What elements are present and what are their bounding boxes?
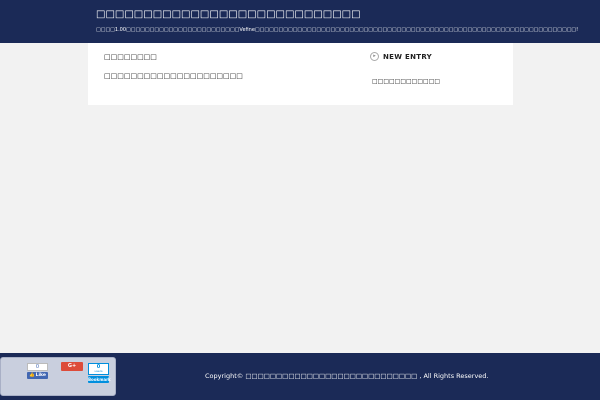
new-entry-link[interactable]: □□□□□□□□□□□□ xyxy=(372,78,440,85)
facebook-share[interactable]: 0 👍 Like xyxy=(27,363,48,379)
google-plus-button[interactable]: G+ xyxy=(61,362,83,371)
article-title: □□□□□□□□ xyxy=(104,53,157,61)
new-entry-heading: ▸ NEW ENTRY xyxy=(370,52,432,61)
hatena-unit: users xyxy=(94,369,103,373)
facebook-like-label: Like xyxy=(35,373,46,378)
main-content: □□□□□□□□ □□□□□□□□□□□□□□□□□□□□□ ▸ NEW ENT… xyxy=(88,43,513,105)
arrow-circle-icon: ▸ xyxy=(370,52,379,61)
article-body: □□□□□□□□□□□□□□□□□□□□□ xyxy=(104,72,243,80)
thumbs-up-icon: 👍 xyxy=(29,373,35,378)
google-plus-share[interactable]: G+ xyxy=(61,362,83,371)
facebook-count: 0 xyxy=(27,363,48,371)
hatena-count-box: 0 users xyxy=(88,363,109,375)
new-entry-title: NEW ENTRY xyxy=(383,52,432,61)
share-panel: 0 👍 Like G+ 0 users Bookmark xyxy=(0,357,116,396)
hatena-bookmark-button[interactable]: Bookmark xyxy=(88,376,111,383)
facebook-like-button[interactable]: 👍 Like xyxy=(27,372,48,379)
site-description: □□□□1.00□□□□□□□□□□□□□□□□□□□□□□□□Vefine□□… xyxy=(96,27,579,33)
site-header: □□□□□□□□□□□□□□□□□□□□□□□□□□□□ □□□□1.00□□□… xyxy=(0,0,600,43)
hatena-share[interactable]: 0 users Bookmark xyxy=(88,363,111,383)
site-title[interactable]: □□□□□□□□□□□□□□□□□□□□□□□□□□□□ xyxy=(96,9,361,20)
copyright-text: Copyright© □□□□□□□□□□□□□□□□□□□□□□□□□□□□ … xyxy=(205,372,489,380)
